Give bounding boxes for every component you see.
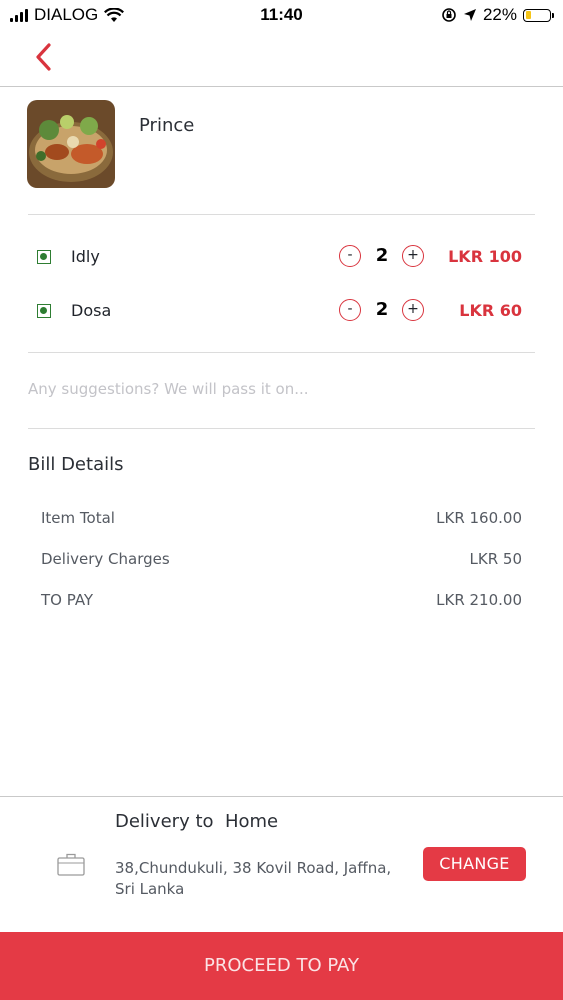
cart-item: Dosa - 2 + LKR 60 <box>0 293 563 329</box>
decrease-qty-button[interactable]: - <box>339 299 361 321</box>
suggestions-input[interactable] <box>28 380 508 398</box>
bill-value: LKR 210.00 <box>436 591 522 609</box>
veg-indicator-icon <box>37 304 51 318</box>
divider <box>28 352 535 353</box>
bill-row-delivery-charges: Delivery Charges LKR 50 <box>41 550 522 572</box>
back-button[interactable] <box>30 40 60 74</box>
battery-icon <box>523 8 554 22</box>
bill-label: Delivery Charges <box>41 550 170 568</box>
proceed-to-pay-button[interactable]: PROCEED TO PAY <box>0 932 563 1000</box>
location-icon <box>463 9 476 21</box>
item-price: LKR 60 <box>459 301 522 320</box>
increase-qty-button[interactable]: + <box>402 299 424 321</box>
change-address-button[interactable]: CHANGE <box>423 847 526 881</box>
bill-row-item-total: Item Total LKR 160.00 <box>41 509 522 531</box>
item-name: Idly <box>71 247 100 266</box>
bill-details-title: Bill Details <box>28 454 124 475</box>
bill-value: LKR 50 <box>469 550 522 568</box>
battery-percent: 22% <box>482 5 517 24</box>
bill-row-to-pay: TO PAY LKR 210.00 <box>41 591 522 613</box>
divider <box>28 214 535 215</box>
restaurant-name: Prince <box>139 115 195 136</box>
item-price: LKR 100 <box>448 247 522 266</box>
orientation-lock-icon <box>442 8 456 22</box>
restaurant-image <box>27 100 115 188</box>
bill-value: LKR 160.00 <box>436 509 522 527</box>
increase-qty-button[interactable]: + <box>402 245 424 267</box>
veg-indicator-icon <box>37 250 51 264</box>
item-name: Dosa <box>71 301 112 320</box>
divider <box>28 428 535 429</box>
bill-label: TO PAY <box>41 591 94 609</box>
chevron-left-icon <box>36 43 51 71</box>
delivery-divider <box>0 796 563 797</box>
header-divider <box>0 86 563 87</box>
item-quantity: 2 <box>375 299 389 320</box>
item-quantity: 2 <box>375 245 389 266</box>
delivery-title: Delivery to Home <box>115 811 279 832</box>
delivery-address: 38,Chundukuli, 38 Kovil Road, Jaffna, Sr… <box>115 859 392 898</box>
briefcase-icon <box>57 853 85 876</box>
bill-label: Item Total <box>41 509 115 527</box>
cart-item: Idly - 2 + LKR 100 <box>0 239 563 275</box>
status-bar: DIALOG 11:40 22% <box>0 0 563 30</box>
decrease-qty-button[interactable]: - <box>339 245 361 267</box>
